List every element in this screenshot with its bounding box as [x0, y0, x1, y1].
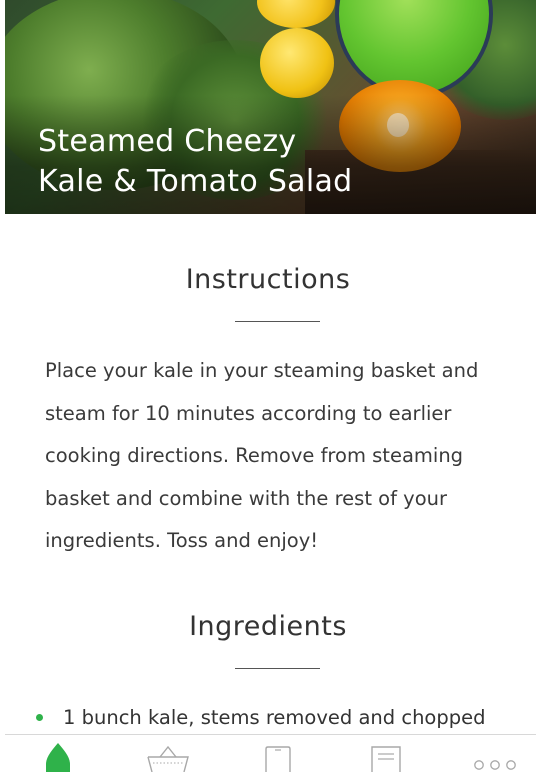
lemon-decoration: [257, 0, 335, 28]
recipe-title-line: Steamed Cheezy: [38, 124, 297, 159]
section-divider: [235, 321, 320, 322]
recipe-title: Steamed Cheezy Kale & Tomato Salad: [38, 122, 498, 202]
phone-icon: [265, 746, 291, 772]
recipe-title-line: Kale & Tomato Salad: [38, 164, 353, 199]
instructions-text: Place your kale in your steaming basket …: [45, 359, 479, 552]
notes-icon: [371, 746, 401, 772]
basket-icon: [147, 745, 189, 772]
ingredients-heading: Ingredients: [189, 611, 347, 642]
ingredient-list-item: 1 bunch kale, stems removed and chopped: [36, 703, 536, 733]
instructions-heading: Instructions: [185, 264, 351, 295]
leaf-icon: [46, 743, 70, 772]
recipe-hero-image: Steamed Cheezy Kale & Tomato Salad: [5, 0, 536, 214]
tab-more[interactable]: [471, 735, 519, 772]
bullet-icon: [36, 714, 43, 721]
section-divider: [235, 668, 320, 669]
tab-home[interactable]: [43, 735, 73, 772]
tab-device[interactable]: [263, 735, 293, 772]
tab-shopping[interactable]: [144, 735, 192, 772]
bottom-tab-bar: [5, 734, 536, 772]
more-icon: [474, 760, 516, 770]
tab-notes[interactable]: [369, 735, 403, 772]
lemon-decoration: [260, 28, 334, 98]
ingredient-text: 1 bunch kale, stems removed and chopped: [63, 706, 486, 729]
